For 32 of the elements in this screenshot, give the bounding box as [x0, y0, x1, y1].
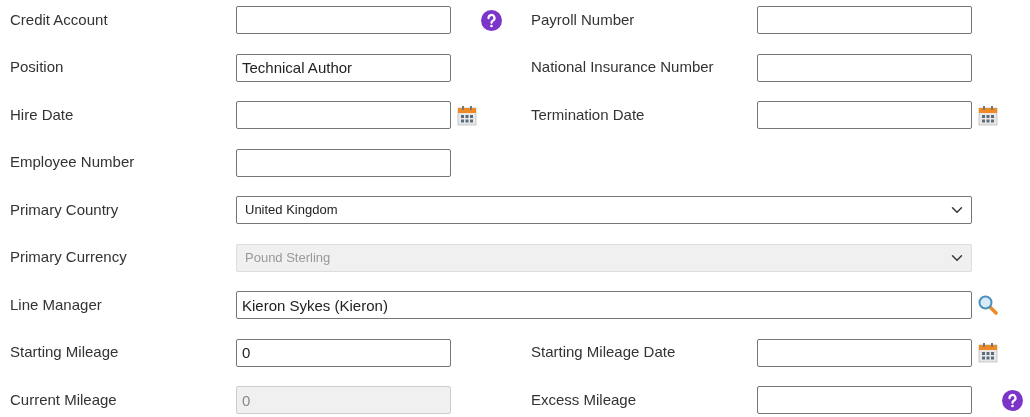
help-icon[interactable] — [1002, 389, 1023, 411]
input-field[interactable] — [757, 101, 972, 129]
input-field[interactable] — [757, 6, 972, 34]
input-field[interactable] — [757, 53, 972, 82]
field-label: Termination Date — [531, 104, 646, 125]
field-label: Payroll Number — [531, 9, 636, 30]
input-field[interactable]: Technical Author — [236, 53, 451, 82]
calendar-icon[interactable] — [978, 342, 998, 363]
search-icon[interactable] — [978, 295, 998, 315]
field-label: Current Mileage — [10, 389, 118, 410]
help-icon[interactable] — [481, 9, 502, 31]
input-field[interactable] — [236, 148, 451, 177]
input-field[interactable] — [236, 6, 451, 34]
calendar-icon[interactable] — [457, 104, 477, 126]
field-label: Employee Number — [10, 152, 136, 173]
calendar-icon[interactable] — [978, 104, 998, 126]
field-label: Position — [10, 57, 65, 78]
field-label: Primary Country — [10, 199, 120, 220]
field-label: National Insurance Number — [531, 57, 715, 78]
dropdown[interactable]: United Kingdom — [236, 196, 972, 224]
field-label: Primary Currency — [10, 247, 128, 268]
input-field[interactable] — [757, 338, 972, 367]
field-label: Credit Account — [10, 9, 109, 30]
field-label: Starting Mileage — [10, 342, 120, 363]
field-label: Excess Mileage — [531, 389, 638, 410]
input-field[interactable] — [236, 101, 451, 129]
field-label: Hire Date — [10, 104, 75, 125]
input-field[interactable] — [757, 386, 972, 414]
input-field[interactable]: 0 — [236, 338, 451, 367]
field-label: Line Manager — [10, 294, 103, 315]
input-field[interactable]: Kieron Sykes (Kieron) — [236, 291, 972, 319]
field-label: Starting Mileage Date — [531, 342, 677, 363]
